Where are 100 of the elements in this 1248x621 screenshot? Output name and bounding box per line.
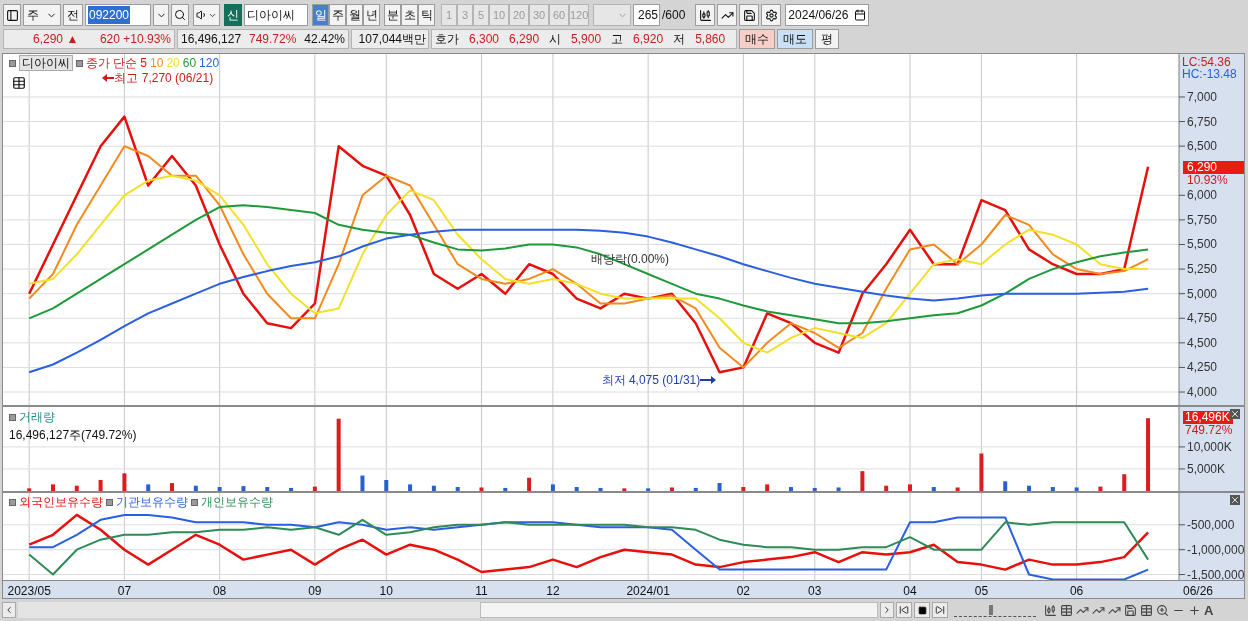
marker-icon (191, 498, 198, 506)
stock-name-field[interactable]: 디아이씨 (244, 4, 308, 26)
add-indicator-button[interactable] (695, 4, 716, 26)
volume-bar (51, 484, 55, 491)
volume-bar (122, 473, 127, 491)
last-volume-rate: 749.72% (1185, 424, 1233, 437)
trade-amount: 107,044백만 (358, 31, 426, 48)
axis-tick-label: 11 (475, 583, 488, 600)
axis-tick-label: 6,500 (1187, 139, 1218, 154)
market-select[interactable]: 주 (23, 4, 61, 26)
field-label: 시 (549, 31, 562, 48)
axis-tick-label: 6,750 (1187, 114, 1218, 129)
volume-bar (98, 480, 103, 491)
marker-icon (76, 59, 83, 67)
field-label: 고 (611, 31, 624, 48)
axis-tick-label: 08 (212, 583, 227, 600)
scrollbar-thumb[interactable] (480, 602, 878, 618)
scroll-left-button[interactable] (2, 602, 16, 618)
save-button[interactable] (739, 4, 760, 26)
plus-icon[interactable] (1188, 603, 1201, 617)
count-input[interactable]: 265 (633, 4, 660, 26)
period-tab[interactable]: 년 (363, 4, 380, 26)
axis-tick-label: 4,000 (1187, 385, 1218, 399)
lc-label: LC:54.36 (1182, 55, 1231, 69)
table-icon[interactable] (1140, 603, 1153, 617)
volume-summary: 16,496,127주(749.72%) (9, 427, 137, 444)
save-icon (742, 8, 756, 22)
table-icon[interactable] (1060, 603, 1073, 617)
volume-bar (384, 480, 389, 491)
close-icon[interactable] (1230, 495, 1240, 505)
legend-item: 외국인보유수량 (19, 494, 103, 511)
slider-thumb[interactable] (989, 605, 994, 615)
volume-bar (408, 484, 413, 491)
forward-button[interactable] (932, 602, 948, 618)
sell-button[interactable]: 매도 (777, 29, 813, 49)
stop-button[interactable] (914, 602, 930, 618)
last-volume-badge: 16,496K (1183, 411, 1233, 424)
scroll-right-button[interactable] (880, 602, 894, 618)
zoom-slider[interactable] (954, 603, 1036, 617)
buy-button[interactable]: 매수 (739, 29, 775, 49)
font-button[interactable]: A (1204, 603, 1214, 617)
panel-icon (5, 8, 19, 22)
settings-icon (764, 8, 778, 22)
period-tab[interactable]: 일 (312, 4, 329, 26)
legend-label: 종가 단순 (86, 56, 138, 70)
volume-bar (860, 471, 865, 491)
axis-tick-label: 10 (379, 583, 393, 600)
marker-icon (9, 59, 16, 67)
marker-icon (9, 413, 16, 421)
axis-tick-label: 07 (117, 583, 132, 600)
axis-tick-label: 09 (308, 583, 322, 600)
period-tab[interactable]: 분 (384, 4, 401, 26)
period-tab[interactable]: 월 (346, 4, 363, 26)
volume-bar (431, 485, 436, 491)
layout-button[interactable] (3, 4, 21, 26)
legend-item: 기관보유수량 (116, 494, 188, 511)
code-input[interactable]: 092200 (85, 4, 151, 26)
order-button[interactable]: 평 (815, 29, 839, 49)
legend-label: 거래량 (19, 409, 55, 426)
axis-tick-label: 7,000 (1187, 90, 1218, 104)
period-tab[interactable]: 틱 (418, 4, 435, 26)
axis-tick-label: 5,250 (1187, 262, 1218, 277)
candlestick-icon[interactable] (1044, 603, 1057, 617)
add-line-button[interactable] (717, 4, 738, 26)
axis-tick-label: -1,000,000 (1187, 542, 1244, 557)
speaker-icon (196, 9, 208, 21)
volume-bar (765, 484, 770, 491)
arrow-icon (102, 73, 115, 83)
scrollbar-track[interactable] (18, 602, 878, 618)
ask-price: 6,300 (469, 31, 500, 48)
stock-label: 디아이씨 (19, 55, 73, 71)
zoom-icon[interactable] (1156, 603, 1169, 617)
count-total: /600 (662, 7, 686, 24)
previous-button[interactable]: 전 (63, 4, 83, 26)
sound-button[interactable] (193, 4, 220, 26)
period-tab[interactable]: 주 (329, 4, 346, 26)
high-price: 6,920 (633, 31, 664, 48)
save-icon[interactable] (1124, 603, 1137, 617)
end-date-label: 06/26 (1183, 583, 1214, 600)
field-label: 저 (673, 31, 686, 48)
axis-tick-label: 4,750 (1187, 311, 1218, 326)
period-tab[interactable]: 초 (401, 4, 418, 26)
volume-bar (979, 453, 984, 491)
axis-tick-label: 02 (736, 583, 750, 600)
volume-bar (1003, 481, 1008, 491)
current-price: 6,290 ▲ (33, 31, 79, 48)
volume-bar (1027, 485, 1031, 491)
close-icon[interactable] (1230, 409, 1240, 419)
search-icon (174, 9, 186, 21)
rewind-button[interactable] (896, 602, 912, 618)
volume-bar (193, 485, 198, 491)
legend-item: 10 (150, 56, 164, 70)
high-annotation: 최고 7,270 (06/21) (114, 71, 214, 85)
legend-item: 5 (140, 56, 148, 70)
search-button[interactable] (171, 4, 189, 26)
date-field[interactable]: 2024/06/26 (785, 4, 870, 26)
volume-bar (527, 477, 532, 491)
settings-button[interactable] (761, 4, 782, 26)
price-change: 620 +10.93% (99, 31, 171, 48)
volume-bar (717, 483, 722, 491)
